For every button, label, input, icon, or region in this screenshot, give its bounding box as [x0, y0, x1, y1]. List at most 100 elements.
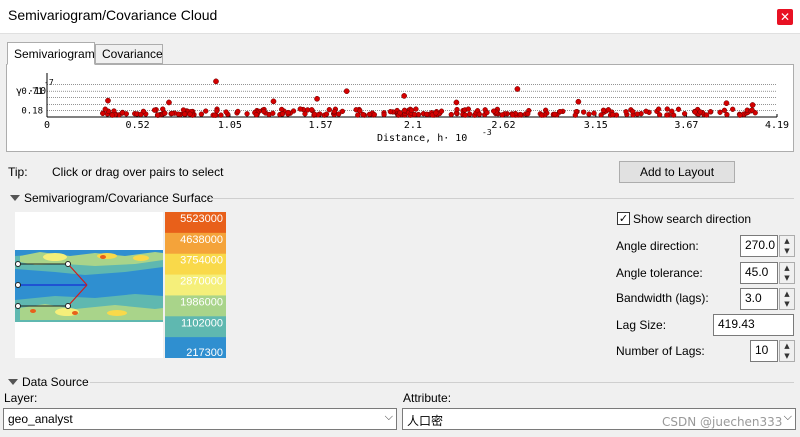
- cloud-point[interactable]: [643, 108, 649, 114]
- cloud-point[interactable]: [605, 107, 612, 113]
- cloud-point-outlier[interactable]: [575, 98, 582, 105]
- cloud-point[interactable]: [366, 111, 373, 118]
- cloud-point[interactable]: [311, 111, 318, 117]
- cloud-plot-svg[interactable]: γ ·10-70.710.180 0.52 1.05 1.57 2.1 2.62 3.15 3…: [7, 65, 795, 153]
- cloud-point[interactable]: [244, 111, 250, 117]
- cloud-point-outlier[interactable]: [723, 100, 730, 107]
- layer-select[interactable]: geo_analyst ⌵: [3, 408, 397, 430]
- cloud-point[interactable]: [707, 109, 714, 115]
- cloud-point[interactable]: [381, 111, 387, 118]
- cloud-point[interactable]: [154, 112, 161, 118]
- spin-up-icon[interactable]: ▲: [780, 263, 794, 273]
- cloud-point[interactable]: [664, 106, 670, 112]
- cloud-point-outlier[interactable]: [213, 78, 219, 85]
- spin-down-icon[interactable]: ▼: [780, 246, 794, 256]
- cloud-point[interactable]: [100, 110, 106, 117]
- spin-up-icon[interactable]: ▲: [780, 289, 794, 299]
- cloud-point[interactable]: [454, 106, 460, 113]
- semivariogram-cloud-chart[interactable]: γ ·10 -7 0.71 0.18 0 0.52 1.05 1.57 2.1 2.62 3.15 3…: [6, 64, 794, 152]
- cloud-point[interactable]: [181, 111, 188, 117]
- tab-covariance[interactable]: Covariance: [95, 44, 163, 64]
- cloud-point[interactable]: [309, 107, 315, 113]
- cloud-point[interactable]: [623, 109, 629, 115]
- cloud-point[interactable]: [438, 108, 445, 114]
- bandwidth-spinner[interactable]: ▲ ▼: [779, 288, 795, 310]
- cloud-point[interactable]: [279, 106, 285, 113]
- cloud-point[interactable]: [138, 111, 144, 118]
- search-handle[interactable]: [15, 282, 21, 288]
- cloud-point[interactable]: [669, 108, 675, 114]
- cloud-point[interactable]: [433, 110, 439, 116]
- search-handle[interactable]: [15, 261, 21, 267]
- surface-map-svg[interactable]: [15, 212, 163, 358]
- cloud-point[interactable]: [692, 109, 698, 115]
- cloud-point[interactable]: [119, 110, 126, 116]
- search-handle[interactable]: [15, 303, 21, 309]
- collapse-triangle-icon[interactable]: [10, 195, 20, 201]
- cloud-point[interactable]: [703, 112, 710, 118]
- cloud-point-outlier[interactable]: [270, 98, 277, 105]
- cloud-point[interactable]: [634, 111, 641, 117]
- cloud-point[interactable]: [724, 111, 730, 118]
- cloud-point[interactable]: [465, 106, 472, 112]
- cloud-point[interactable]: [214, 108, 220, 114]
- cloud-point[interactable]: [102, 106, 108, 112]
- cloud-point[interactable]: [721, 107, 728, 113]
- cloud-point[interactable]: [297, 106, 303, 112]
- cloud-point-outlier[interactable]: [401, 93, 408, 99]
- cloud-point[interactable]: [539, 112, 545, 118]
- cloud-point[interactable]: [270, 110, 276, 116]
- angle-tolerance-spinner[interactable]: ▲ ▼: [779, 262, 795, 284]
- cloud-point[interactable]: [499, 112, 505, 118]
- cloud-point[interactable]: [413, 106, 419, 112]
- cloud-point[interactable]: [235, 108, 241, 115]
- cloud-point[interactable]: [169, 110, 175, 117]
- cloud-point[interactable]: [261, 108, 267, 115]
- cloud-point[interactable]: [591, 110, 597, 116]
- cloud-point[interactable]: [476, 111, 483, 117]
- cloud-point[interactable]: [355, 112, 361, 118]
- cloud-point[interactable]: [586, 111, 592, 117]
- cloud-point[interactable]: [411, 111, 418, 118]
- cloud-point[interactable]: [302, 111, 308, 117]
- cloud-point[interactable]: [371, 111, 377, 118]
- cloud-point[interactable]: [253, 112, 260, 118]
- cloud-point[interactable]: [339, 108, 346, 115]
- cloud-point[interactable]: [552, 111, 558, 117]
- spin-up-icon[interactable]: ▲: [780, 236, 794, 246]
- cloud-point[interactable]: [697, 109, 703, 115]
- spin-down-icon[interactable]: ▼: [780, 351, 794, 361]
- cloud-point[interactable]: [517, 111, 524, 118]
- tab-semivariogram[interactable]: Semivariogram: [7, 42, 95, 65]
- cloud-point[interactable]: [326, 107, 332, 113]
- cloud-point-outlier[interactable]: [453, 99, 460, 106]
- cloud-point[interactable]: [557, 108, 563, 115]
- cloud-point[interactable]: [655, 106, 662, 112]
- close-icon[interactable]: ✕: [777, 9, 793, 25]
- show-search-direction-label[interactable]: Show search direction: [633, 212, 751, 226]
- cloud-point[interactable]: [675, 106, 682, 112]
- cloud-point[interactable]: [730, 106, 736, 112]
- cloud-point-outlier[interactable]: [314, 95, 320, 102]
- cloud-point[interactable]: [467, 111, 473, 117]
- cloud-point[interactable]: [749, 107, 755, 113]
- collapse-triangle-icon[interactable]: [8, 379, 18, 385]
- cloud-point-outlier[interactable]: [514, 86, 521, 92]
- cloud-point[interactable]: [408, 107, 415, 113]
- cloud-point[interactable]: [717, 109, 723, 115]
- angle-tolerance-input[interactable]: 45.0: [740, 262, 778, 284]
- spin-up-icon[interactable]: ▲: [780, 341, 794, 351]
- cloud-point[interactable]: [681, 111, 688, 117]
- cloud-point[interactable]: [331, 109, 338, 115]
- angle-direction-spinner[interactable]: ▲ ▼: [779, 235, 795, 257]
- cloud-point[interactable]: [223, 109, 229, 115]
- cloud-point[interactable]: [423, 111, 430, 117]
- data-source-section-header[interactable]: Data Source: [8, 375, 89, 389]
- number-of-lags-spinner[interactable]: ▲ ▼: [779, 340, 795, 362]
- cloud-point[interactable]: [484, 109, 490, 116]
- cloud-point[interactable]: [397, 110, 403, 116]
- cloud-point[interactable]: [462, 112, 468, 118]
- add-to-layout-button[interactable]: Add to Layout: [619, 161, 735, 183]
- lag-size-input[interactable]: 419.43: [713, 314, 794, 336]
- cloud-point[interactable]: [162, 110, 168, 116]
